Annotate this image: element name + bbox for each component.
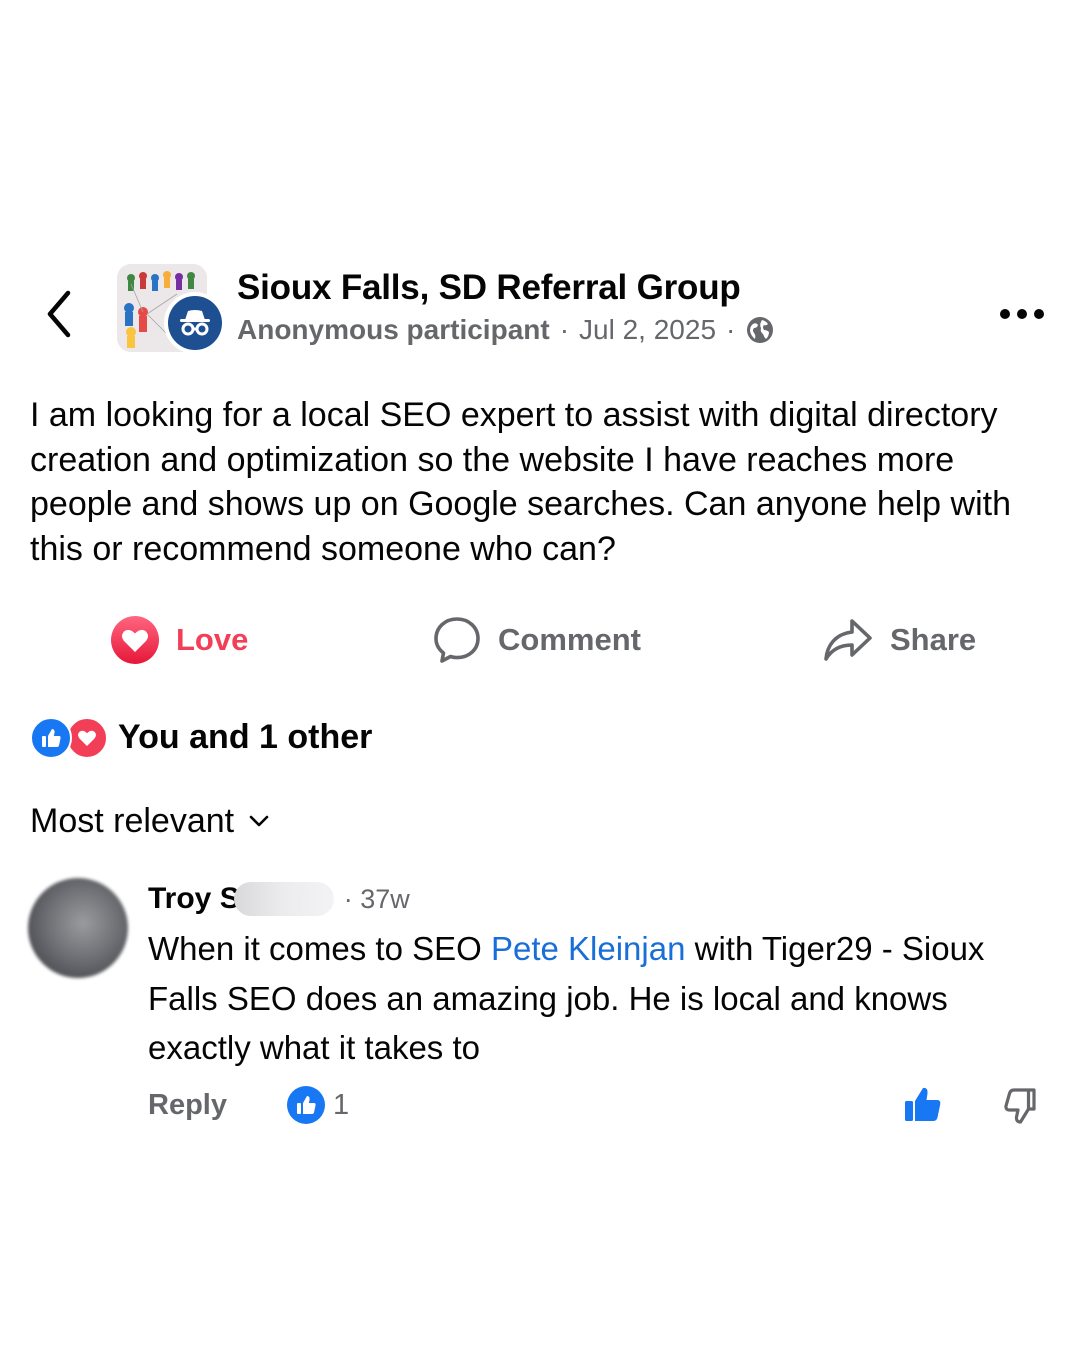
group-name[interactable]: Sioux Falls, SD Referral Group: [237, 268, 741, 308]
meta-separator: ·: [559, 314, 570, 345]
globe-icon: [747, 317, 774, 343]
chevron-left-icon: [47, 290, 71, 338]
share-button[interactable]: Share: [822, 612, 976, 668]
commenter-name[interactable]: Troy S: [148, 882, 240, 916]
post-meta: Anonymous participant · Jul 2, 2025 ·: [237, 314, 775, 346]
reply-button[interactable]: Reply: [148, 1084, 227, 1126]
meta-separator-2: ·: [726, 314, 736, 345]
post-text: I am looking for a local SEO expert to a…: [30, 396, 1012, 568]
comment-sort-dropdown[interactable]: Most relevant: [30, 798, 270, 844]
like-reaction-icon: [30, 717, 72, 759]
comment-text: When it comes to SEO Pete Kleinjan with …: [148, 924, 1048, 1073]
more-dot: [1017, 309, 1027, 319]
back-button[interactable]: [34, 284, 84, 344]
post-author[interactable]: Anonymous participant: [237, 314, 550, 346]
more-dot: [1000, 309, 1010, 319]
comment-time: · 37w: [343, 883, 410, 914]
share-arrow-icon: [824, 619, 872, 661]
upvote-button[interactable]: [898, 1080, 948, 1130]
chevron-down-icon: [249, 815, 269, 827]
sort-label: Most relevant: [30, 801, 235, 840]
commenter-header: Troy S · 37w: [148, 878, 410, 920]
love-label: Love: [176, 622, 249, 657]
comment-label: Comment: [498, 622, 641, 657]
comment-text-start: When it comes to SEO: [148, 930, 491, 967]
thumbs-up-filled-icon: [905, 1087, 941, 1121]
downvote-button[interactable]: [996, 1080, 1046, 1130]
love-reaction-icon: [111, 616, 159, 664]
redacted-name-blur: [233, 882, 334, 916]
love-button[interactable]: Love: [110, 612, 248, 668]
share-label: Share: [890, 622, 977, 657]
comment-like-count[interactable]: 1: [287, 1084, 349, 1126]
reactions-summary[interactable]: You and 1 other: [30, 712, 372, 762]
anonymous-badge: [164, 292, 226, 354]
mention-link[interactable]: Pete Kleinjan: [491, 930, 685, 967]
incognito-icon: [180, 310, 210, 336]
more-options-button[interactable]: [994, 296, 1050, 332]
like-count: 1: [333, 1088, 350, 1121]
love-reaction-small-icon: [66, 717, 108, 759]
commenter-avatar[interactable]: [28, 878, 128, 978]
reactions-text: You and 1 other: [118, 717, 373, 756]
post-date[interactable]: Jul 2, 2025: [579, 314, 716, 346]
like-reaction-icon: [287, 1086, 325, 1124]
thumbs-down-outline-icon: [1004, 1088, 1036, 1124]
reaction-icons: [30, 717, 110, 759]
more-dot: [1034, 309, 1044, 319]
comment-button[interactable]: Comment: [432, 612, 641, 668]
comment-bubble-icon: [434, 617, 480, 663]
